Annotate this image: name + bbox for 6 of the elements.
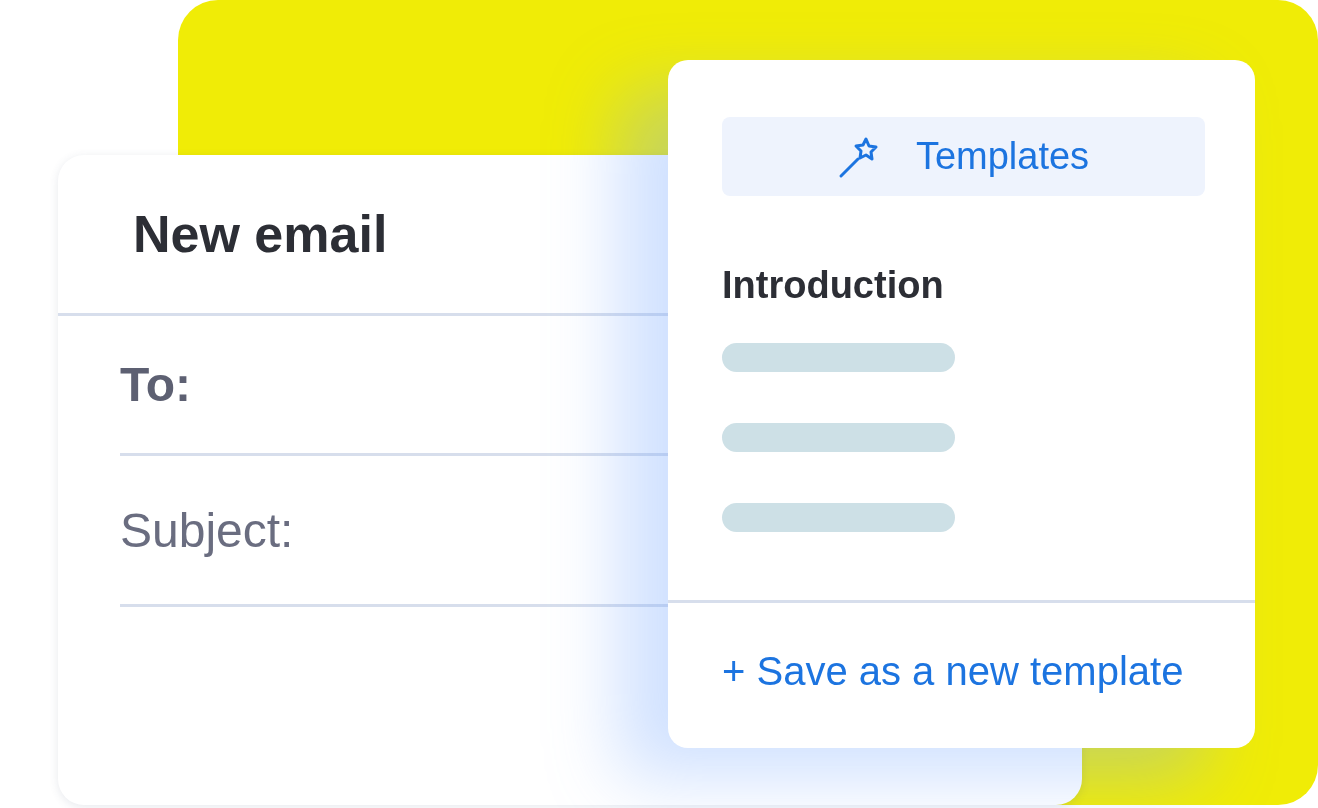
save-template-link[interactable]: + Save as a new template bbox=[722, 649, 1184, 694]
window-title: New email bbox=[133, 204, 388, 264]
field-label: Subject: bbox=[120, 502, 294, 558]
field-label: To: bbox=[120, 357, 192, 412]
section-heading: Introduction bbox=[722, 264, 945, 307]
templates-button[interactable]: Templates bbox=[722, 117, 1205, 196]
